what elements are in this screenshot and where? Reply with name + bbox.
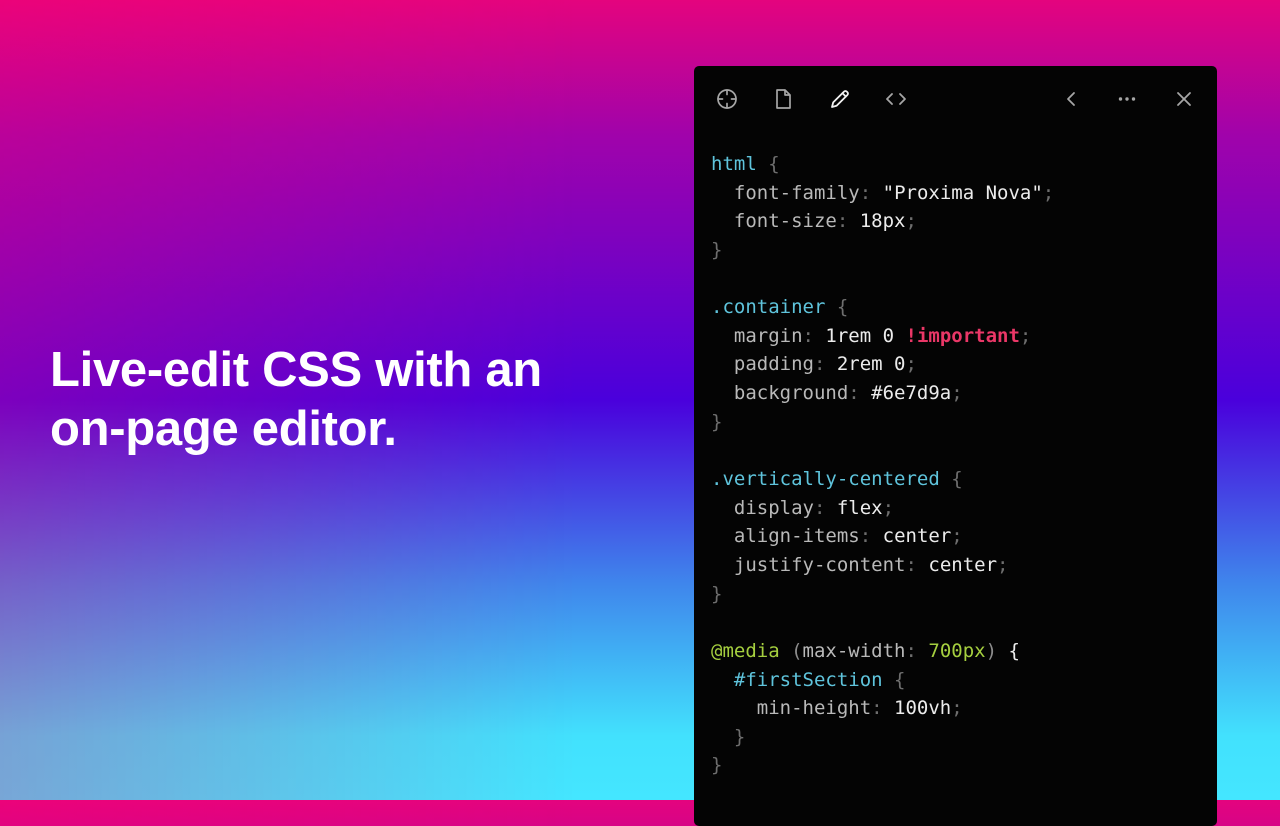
pencil-icon[interactable]: [827, 86, 853, 112]
at-rule-keyword: @media: [711, 639, 780, 662]
value: flex: [836, 496, 883, 519]
headline-line-1: Live-edit CSS with an: [50, 343, 542, 397]
code-line: #firstSection {: [733, 668, 906, 691]
property: padding: [733, 353, 814, 376]
selector: .container: [711, 296, 826, 319]
headline: Live-edit CSS with an on-page editor.: [50, 341, 610, 459]
more-icon[interactable]: [1114, 86, 1140, 112]
property: background: [733, 382, 849, 405]
code-line: align-items: center;: [733, 525, 963, 548]
css-editor-panel: html { font-family: "Proxima Nova"; font…: [694, 66, 1217, 826]
property: margin: [733, 324, 803, 347]
value: 2rem 0: [836, 353, 906, 376]
code-line: font-size: 18px;: [733, 210, 917, 233]
css-code-editor[interactable]: html { font-family: "Proxima Nova"; font…: [711, 150, 1054, 780]
value: #6e7d9a: [871, 382, 952, 405]
code-line: }: [711, 754, 723, 777]
chevron-left-icon[interactable]: [1058, 86, 1084, 112]
code-line: }: [711, 410, 723, 433]
code-line: background: #6e7d9a;: [733, 382, 963, 405]
code-line: @media (max-width: 700px) {: [711, 639, 1020, 662]
code-line: }: [733, 725, 746, 748]
file-icon[interactable]: [770, 86, 796, 112]
property: display: [733, 496, 814, 519]
code-line: display: flex;: [733, 496, 895, 519]
code-line: }: [711, 582, 723, 605]
value: center: [928, 553, 998, 576]
value: 18px: [859, 210, 906, 233]
property: font-size: [733, 210, 837, 233]
media-feature: max-width: [802, 639, 906, 662]
close-icon[interactable]: [1171, 86, 1197, 112]
code-line: .vertically-centered {: [711, 468, 963, 491]
crosshair-icon[interactable]: [714, 86, 740, 112]
media-feature-value: 700px: [928, 639, 986, 662]
property: min-height: [756, 697, 872, 720]
editor-toolbar: [694, 66, 1217, 130]
code-line: html {: [711, 153, 780, 175]
selector: html: [711, 153, 757, 175]
value: 1rem 0: [825, 324, 906, 347]
code-icon[interactable]: [883, 86, 909, 112]
headline-line-2: on-page editor.: [50, 402, 397, 456]
selector: .vertically-centered: [711, 468, 940, 491]
value: center: [882, 525, 952, 548]
code-line: font-family: "Proxima Nova";: [733, 181, 1055, 204]
value: 100vh: [894, 697, 952, 720]
code-line: min-height: 100vh;: [756, 697, 963, 720]
property: justify-content: [733, 553, 906, 576]
code-line: }: [711, 238, 723, 261]
important-flag: !important: [905, 324, 1020, 347]
selector: #firstSection: [733, 668, 883, 691]
code-line: padding: 2rem 0;: [733, 353, 917, 376]
code-line: margin: 1rem 0 !important;: [733, 324, 1032, 347]
property: align-items: [733, 525, 860, 548]
code-line: justify-content: center;: [733, 553, 1009, 576]
code-line: .container {: [711, 296, 849, 319]
value: "Proxima Nova": [882, 181, 1043, 204]
property: font-family: [733, 181, 860, 204]
